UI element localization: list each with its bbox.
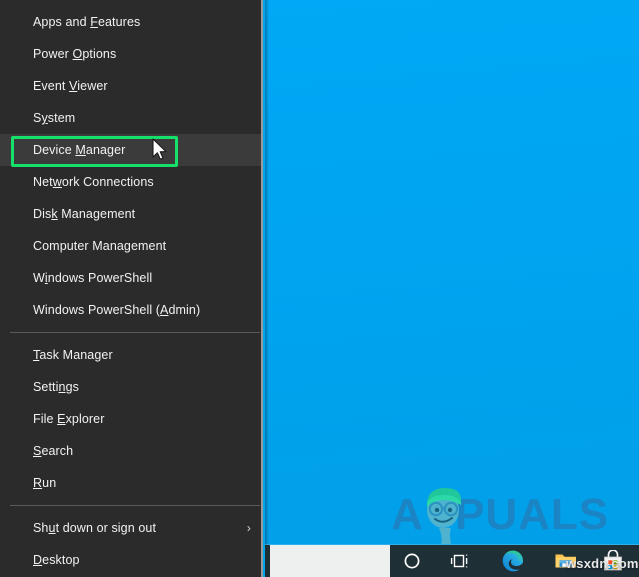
menu-item-label: Disk Management	[33, 207, 136, 221]
menu-items-container: Apps and Features Power Options Event View…	[0, 6, 261, 576]
task-view-icon[interactable]	[442, 545, 478, 577]
desktop-edge-shadow	[265, 0, 269, 545]
menu-item-settings[interactable]: Settings	[0, 371, 261, 403]
menu-item-label: Desktop	[33, 553, 80, 567]
menu-item-disk-management[interactable]: Disk Management	[0, 198, 261, 230]
menu-item-label: Windows PowerShell (Admin)	[33, 303, 201, 317]
menu-item-label: Computer Management	[33, 239, 167, 253]
menu-item-label: Task Manager	[33, 348, 113, 362]
menu-item-windows-powershell-admin[interactable]: Windows PowerShell (Admin)	[0, 294, 261, 326]
desktop-wallpaper[interactable]	[265, 0, 639, 545]
menu-item-event-viewer[interactable]: Event Viewer	[0, 70, 261, 102]
menu-item-label: Network Connections	[33, 175, 154, 189]
menu-item-label: Run	[33, 476, 57, 490]
menu-separator	[10, 505, 260, 506]
taskbar-search-input[interactable]	[270, 545, 390, 577]
menu-item-computer-management[interactable]: Computer Management	[0, 230, 261, 262]
menu-item-search[interactable]: Search	[0, 435, 261, 467]
microsoft-edge-icon[interactable]	[495, 545, 531, 577]
menu-item-power-options[interactable]: Power Options	[0, 38, 261, 70]
menu-item-label: Windows PowerShell	[33, 271, 153, 285]
winx-power-user-menu[interactable]: Apps and Features Power Options Event View…	[0, 0, 263, 577]
menu-item-label: Shut down or sign out	[33, 521, 157, 535]
menu-item-label: Power Options	[33, 47, 117, 61]
menu-item-label: File Explorer	[33, 412, 105, 426]
screen-root: A PUALS Apps and Features Power Options Ev…	[0, 0, 639, 577]
menu-item-run[interactable]: Run	[0, 467, 261, 499]
menu-item-label: Apps and Features	[33, 15, 141, 29]
menu-item-label: Settings	[33, 380, 79, 394]
menu-item-label: Event Viewer	[33, 79, 108, 93]
menu-item-label: Search	[33, 444, 74, 458]
menu-item-windows-powershell[interactable]: Windows PowerShell	[0, 262, 261, 294]
site-watermark: wsxdn.com	[566, 556, 639, 571]
menu-item-network-connections[interactable]: Network Connections	[0, 166, 261, 198]
menu-item-label: System	[33, 111, 76, 125]
menu-item-label: Device Manager	[33, 143, 126, 157]
hover-left-edge-fill	[0, 137, 10, 165]
menu-item-system[interactable]: System	[0, 102, 261, 134]
cortana-icon[interactable]	[394, 545, 430, 577]
menu-item-device-manager[interactable]: Device Manager	[0, 134, 261, 166]
menu-item-task-manager[interactable]: Task Manager	[0, 339, 261, 371]
menu-item-file-explorer[interactable]: File Explorer	[0, 403, 261, 435]
menu-item-shut-down-or-sign-out[interactable]: Shut down or sign out ›	[0, 512, 261, 544]
mouse-cursor-icon	[152, 138, 168, 162]
chevron-right-icon: ›	[246, 521, 251, 535]
menu-item-desktop[interactable]: Desktop	[0, 544, 261, 576]
menu-separator	[10, 332, 260, 333]
menu-item-apps-and-features[interactable]: Apps and Features	[0, 6, 261, 38]
